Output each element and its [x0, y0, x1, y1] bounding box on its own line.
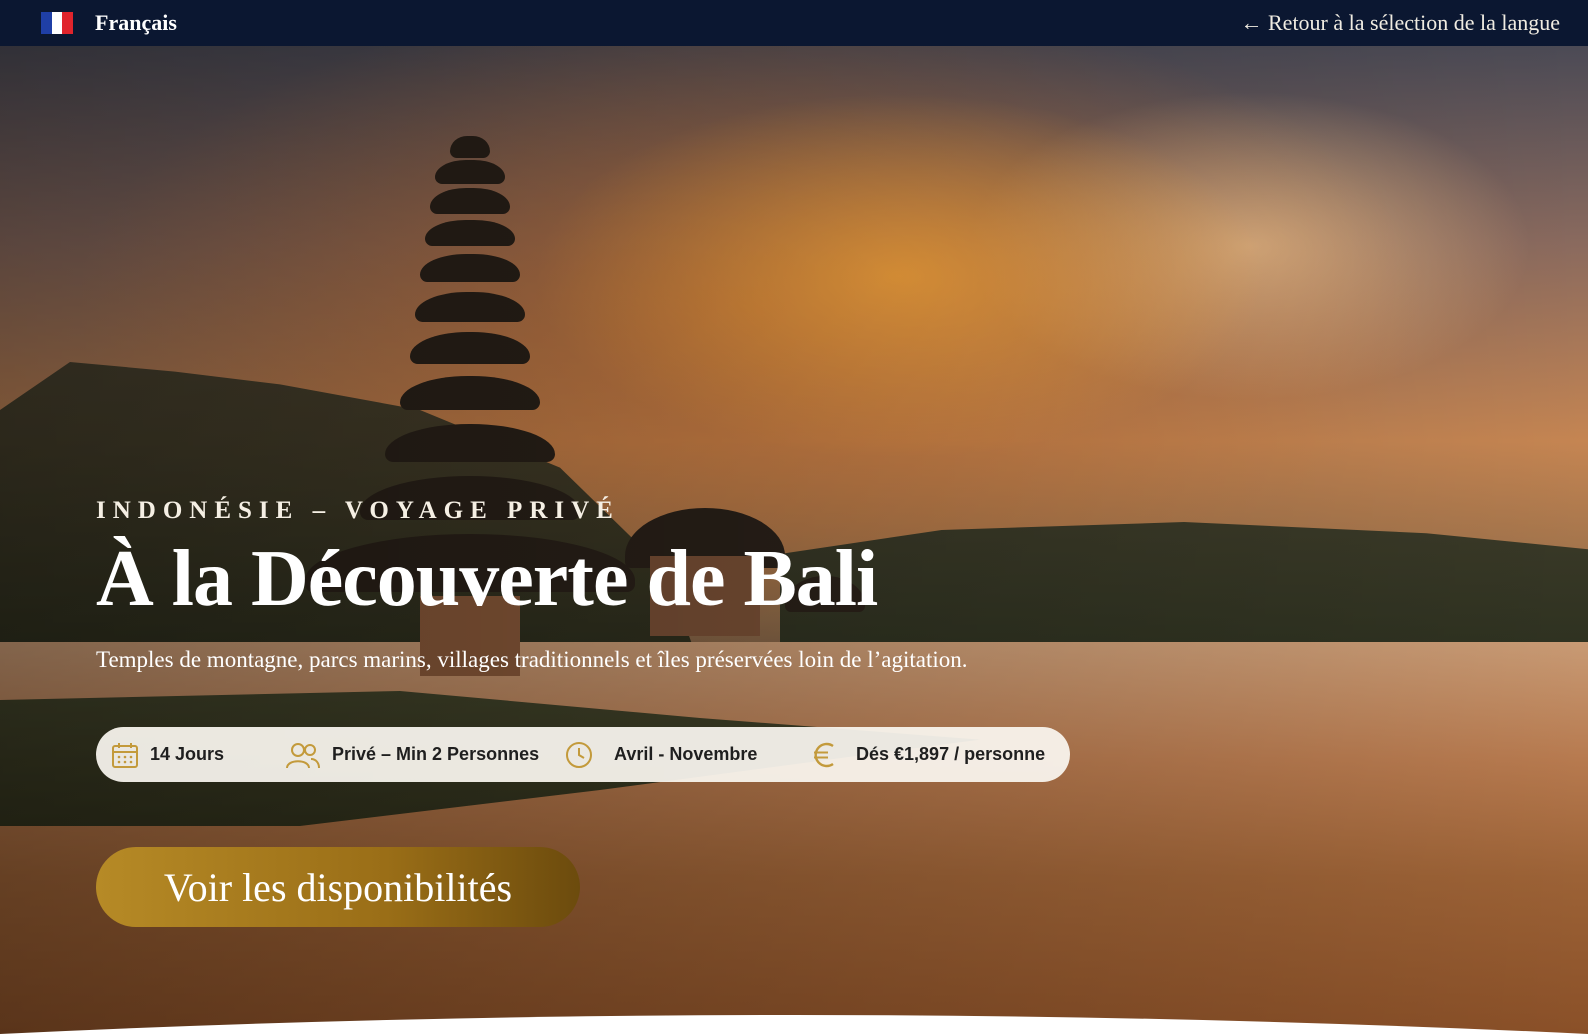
- detail-duration: 14 Jours: [110, 740, 284, 770]
- detail-season: Avril - Novembre: [564, 740, 810, 770]
- hero-eyebrow: INDONÉSIE – VOYAGE PRIVÉ: [96, 497, 620, 524]
- back-to-language-selection-link[interactable]: ← Retour à la sélection de la langue: [1241, 10, 1561, 36]
- view-availability-button[interactable]: Voir les disponibilités: [96, 847, 580, 927]
- detail-group-label: Privé – Min 2 Personnes: [332, 744, 540, 764]
- detail-season-label: Avril - Novembre: [614, 744, 758, 764]
- calendar-icon: [112, 742, 138, 768]
- language-indicator: Français: [41, 10, 177, 36]
- group-icon: [286, 742, 320, 768]
- top-bar: Français ← Retour à la sélection de la l…: [0, 0, 1588, 46]
- french-flag-icon: [41, 12, 74, 34]
- language-label: Français: [95, 10, 177, 35]
- trip-details-bar: 14 Jours Privé – Min 2 Personnes Avril -…: [96, 727, 1070, 782]
- euro-icon: [814, 742, 834, 767]
- clock-icon: [566, 741, 592, 768]
- hero-content: INDONÉSIE – VOYAGE PRIVÉ À la Découverte…: [96, 497, 968, 673]
- hero-title: À la Découverte de Bali: [96, 535, 878, 623]
- detail-duration-label: 14 Jours: [150, 744, 225, 764]
- hero-subtitle: Temples de montagne, parcs marins, villa…: [96, 647, 968, 672]
- detail-price: Dés €1,897 / personne: [810, 740, 1045, 770]
- bottom-curve-divider: [0, 1015, 1588, 1034]
- detail-group: Privé – Min 2 Personnes: [284, 740, 564, 770]
- detail-price-label: Dés €1,897 / personne: [856, 744, 1046, 764]
